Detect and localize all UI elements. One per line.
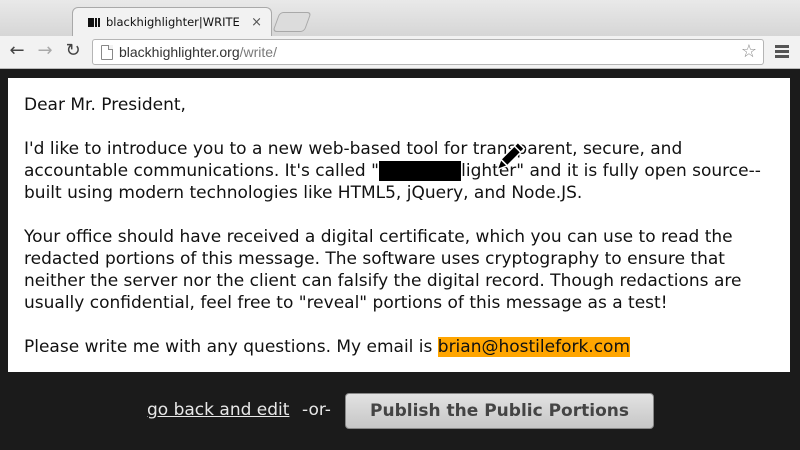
reload-icon[interactable]: ↻	[62, 40, 84, 62]
browser-toolbar: ← → ↻ blackhighlighter.org/write/ ☆	[0, 36, 800, 69]
paragraph-1: I'd like to introduce you to a new web-b…	[24, 138, 774, 204]
page-icon	[101, 45, 113, 60]
paragraph-3: Please write me with any questions. My e…	[24, 336, 774, 358]
publish-public-portions-button[interactable]: Publish the Public Portions	[345, 393, 654, 429]
or-separator: -or-	[302, 400, 331, 420]
greeting: Dear Mr. President,	[24, 95, 186, 115]
url-path: /write/	[239, 44, 277, 60]
browser-tabstrip: blackhighlighter|WRITE ×	[0, 0, 800, 37]
new-tab-button[interactable]	[272, 12, 312, 32]
action-bar: go back and edit -or- Publish the Public…	[0, 380, 800, 450]
forward-arrow-icon[interactable]: →	[34, 40, 56, 62]
address-bar[interactable]: blackhighlighter.org/write/ ☆	[92, 39, 764, 65]
tab-content: blackhighlighter|WRITE ×	[88, 14, 262, 30]
pencil-cursor-icon	[495, 141, 526, 171]
highlighted-email[interactable]: brian@hostilefork.com	[437, 337, 631, 357]
browser-tab[interactable]: blackhighlighter|WRITE ×	[72, 7, 272, 37]
letter-editor[interactable]: Dear Mr. President, I'd like to introduc…	[8, 78, 790, 372]
blackhighlighter-favicon-icon	[88, 17, 101, 27]
url-domain: blackhighlighter.org	[119, 44, 240, 60]
chrome-menu-icon[interactable]	[775, 45, 789, 60]
tab-close-icon[interactable]: ×	[251, 15, 262, 30]
paragraph-3-text: Please write me with any questions. My e…	[24, 337, 438, 357]
tab-title: blackhighlighter|WRITE	[106, 15, 240, 29]
bookmark-star-icon[interactable]: ☆	[741, 41, 757, 62]
redacted-text[interactable]: blackhigh	[378, 161, 462, 181]
paragraph-2: Your office should have received a digit…	[24, 227, 742, 313]
back-arrow-icon[interactable]: ←	[6, 40, 28, 62]
go-back-and-edit-link[interactable]: go back and edit	[147, 400, 289, 420]
url-text[interactable]: blackhighlighter.org/write/	[119, 44, 277, 60]
